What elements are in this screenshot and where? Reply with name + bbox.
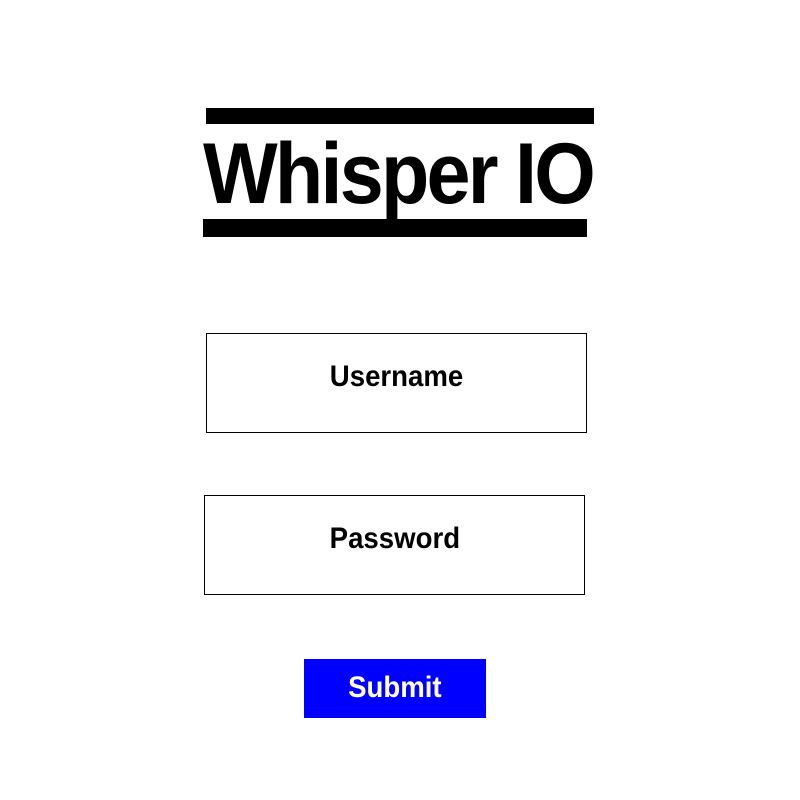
logo-bottom-bar — [203, 219, 587, 237]
password-label: Password — [329, 522, 460, 555]
password-field[interactable]: Password — [204, 495, 585, 595]
login-page: Whisper IO Username Password Submit — [0, 0, 800, 800]
submit-button[interactable]: Submit — [304, 659, 486, 718]
submit-button-label: Submit — [348, 670, 442, 704]
username-field[interactable]: Username — [206, 333, 587, 433]
logo-top-bar — [206, 108, 594, 124]
logo-text: Whisper IO — [203, 126, 596, 222]
username-label: Username — [329, 360, 464, 393]
